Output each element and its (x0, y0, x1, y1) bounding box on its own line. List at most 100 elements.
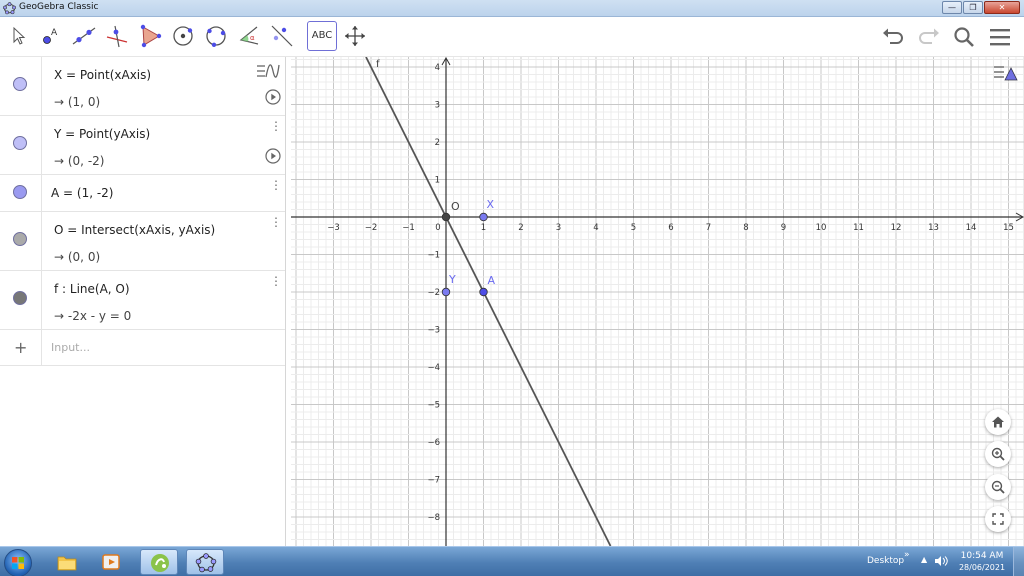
x-tick-label: 12 (891, 223, 902, 233)
minimize-button[interactable]: — (942, 1, 962, 14)
x-tick-label: 6 (668, 223, 673, 233)
toolbar: A α ABC (0, 17, 1024, 57)
visibility-toggle[interactable] (13, 185, 27, 199)
folder-icon (57, 556, 77, 571)
x-tick-label: 5 (631, 223, 636, 233)
visibility-toggle[interactable] (13, 77, 27, 91)
system-clock[interactable]: 10:54 AM 28/06/2021 (956, 551, 1008, 572)
visibility-toggle[interactable] (13, 136, 27, 150)
algebra-item-f[interactable]: f : Line(A, O) → -2x - y = 0 ⋮ (0, 271, 285, 330)
reflect-line-icon (271, 25, 293, 47)
menu-icon[interactable] (988, 25, 1012, 49)
circle-three-points-icon (206, 26, 226, 47)
home-button[interactable] (985, 409, 1011, 435)
angle-icon: α (239, 26, 259, 45)
speaker-icon[interactable] (934, 555, 948, 567)
close-button[interactable]: ✕ (984, 1, 1020, 14)
visibility-toggle[interactable] (13, 291, 27, 305)
desktop-toolbar-label[interactable]: Desktop (867, 556, 904, 566)
move-tool[interactable] (3, 21, 33, 51)
coordinate-plane[interactable]: −3 −2 −1 0 1 2 3 4 5 6 7 8 9 10 11 12 13 14 154321−1−2−3−4… (291, 57, 1024, 546)
circle-center-point-tool[interactable] (168, 21, 198, 51)
graphics-style-icon[interactable] (992, 60, 1020, 86)
undo-icon[interactable] (881, 25, 905, 49)
taskbar-geogebra-classic[interactable] (186, 549, 224, 575)
clock-time: 10:54 AM (960, 551, 1004, 561)
value-text: → (0, 0) (54, 250, 101, 264)
geogebra-window: GeoGebra Classic — ❐ ✕ A α ABC X = Point… (0, 0, 1024, 576)
move-arrows-icon (345, 26, 365, 46)
graphics-view[interactable]: −3 −2 −1 0 1 2 3 4 5 6 7 8 9 10 11 12 13 14 15 4 3 2 1 −1 −2 −3 −4… (291, 57, 1024, 546)
algebra-item-y[interactable]: Y = Point(yAxis) → (0, -2) ⋮ (0, 116, 285, 175)
x-tick-label: 13 (928, 223, 939, 233)
algebra-item-a[interactable]: A = (1, -2) ⋮ (0, 175, 285, 212)
point-label-y: Y (448, 273, 456, 286)
zoom-in-button[interactable] (985, 441, 1011, 467)
more-options-icon[interactable]: ⋮ (270, 179, 282, 193)
point-x (479, 212, 488, 222)
plus-icon[interactable]: + (14, 338, 27, 357)
more-options-icon[interactable]: ⋮ (270, 216, 282, 230)
taskbar-geogebra-app[interactable] (140, 549, 178, 575)
x-tick-label: −1 (402, 223, 415, 233)
definition-text: A = (1, -2) (51, 186, 114, 200)
more-options-icon[interactable]: ⋮ (270, 120, 282, 134)
cursor-arrow-icon (13, 26, 26, 45)
x-tick-label: −3 (327, 223, 340, 233)
home-icon (992, 416, 1004, 428)
point-label-x: X (487, 198, 495, 211)
x-tick-label: 1 (481, 223, 486, 233)
fullscreen-icon (992, 513, 1004, 525)
x-tick-label: 15 (1003, 223, 1014, 233)
line-icon (72, 27, 96, 45)
y-tick-label: 1 (435, 176, 440, 186)
play-icon[interactable] (265, 148, 281, 164)
circle-three-points-tool[interactable] (201, 21, 231, 51)
title-bar: GeoGebra Classic — ❐ ✕ (0, 0, 1024, 17)
search-icon[interactable] (952, 25, 976, 49)
text-tool[interactable]: ABC (307, 21, 337, 51)
fullscreen-button[interactable] (985, 506, 1011, 532)
line-f-label: f (376, 59, 380, 70)
value-text: → (1, 0) (54, 95, 101, 109)
polygon-tool[interactable] (135, 21, 165, 51)
perpendicular-line-tool[interactable] (102, 21, 132, 51)
restore-button[interactable]: ❐ (963, 1, 983, 14)
line-tool[interactable] (69, 21, 99, 51)
taskbar-media-player[interactable] (92, 549, 130, 575)
circle-center-icon (173, 26, 193, 46)
taskbar-file-explorer[interactable] (48, 549, 86, 575)
point-label-o: O (451, 200, 460, 213)
definition-text: Y = Point(yAxis) (54, 127, 151, 141)
zoom-out-button[interactable] (985, 474, 1011, 500)
y-tick-label: −5 (427, 401, 440, 411)
more-options-icon[interactable]: ⋮ (270, 275, 282, 289)
algebra-item-o[interactable]: O = Intersect(xAxis, yAxis) → (0, 0) ⋮ (0, 212, 285, 271)
start-button[interactable] (4, 549, 32, 576)
perpendicular-line-icon (106, 25, 128, 48)
play-icon[interactable] (265, 89, 281, 105)
input-bar[interactable]: + Input... (0, 330, 285, 366)
reflect-tool[interactable] (267, 21, 297, 51)
value-text: → (0, -2) (54, 154, 105, 168)
double-chevron-icon[interactable]: » (904, 550, 910, 560)
algebra-item-x[interactable]: X = Point(xAxis) → (1, 0) (0, 57, 285, 116)
windows-logo-icon (12, 557, 24, 569)
value-text: → -2x - y = 0 (54, 309, 132, 323)
show-hidden-icons-arrow[interactable]: ▲ (921, 555, 927, 564)
y-tick-label: −6 (427, 438, 440, 448)
y-tick-label: −7 (427, 476, 440, 486)
y-tick-label: −8 (427, 513, 440, 523)
angle-tool[interactable]: α (234, 21, 264, 51)
point-o (441, 212, 451, 222)
svg-text:α: α (250, 34, 255, 42)
x-tick-label: 2 (518, 223, 523, 233)
redo-icon[interactable] (917, 25, 941, 49)
x-tick-label: −2 (365, 223, 378, 233)
zoom-in-icon (991, 447, 1005, 461)
move-graphics-view-tool[interactable] (340, 21, 370, 51)
input-field[interactable]: Input... (51, 341, 90, 354)
show-desktop-button[interactable] (1013, 547, 1024, 576)
point-tool[interactable]: A (36, 21, 66, 51)
visibility-toggle[interactable] (13, 232, 27, 246)
